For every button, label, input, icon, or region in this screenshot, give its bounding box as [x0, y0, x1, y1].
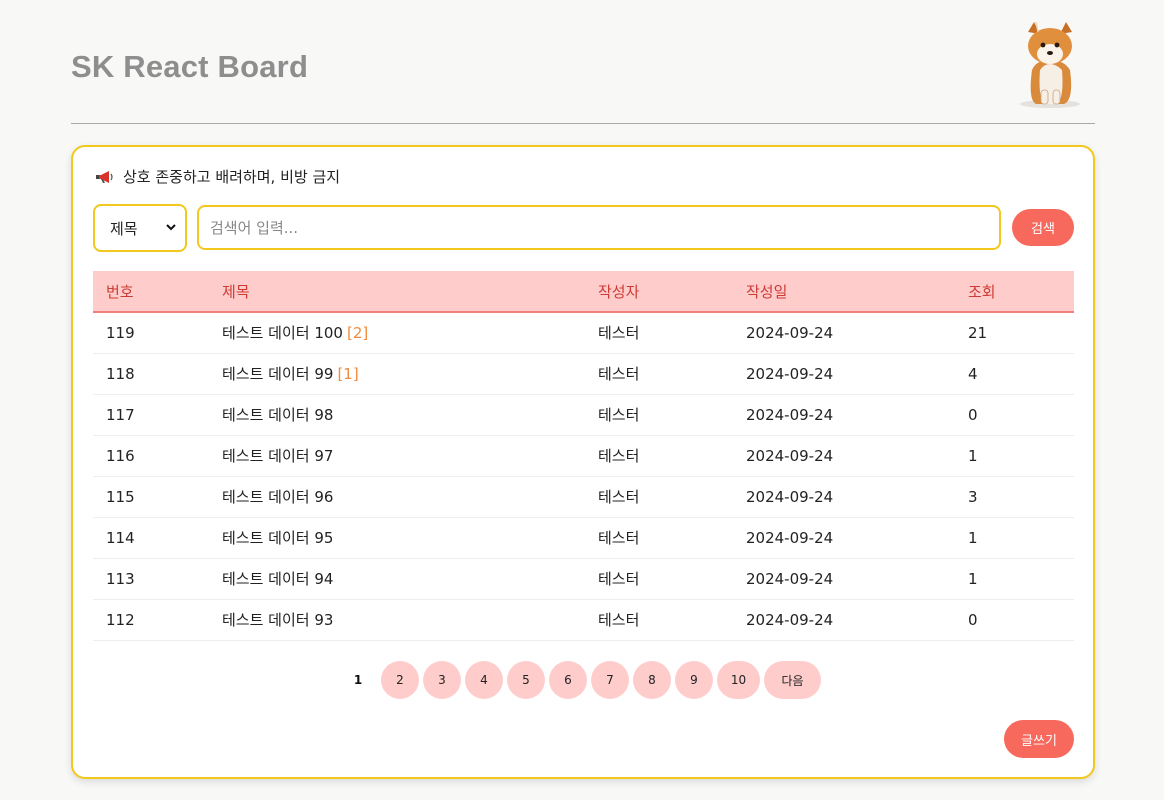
- megaphone-icon: [96, 170, 113, 183]
- post-title[interactable]: 테스트 데이터 97: [222, 447, 333, 465]
- post-date: 2024-09-24: [746, 487, 834, 506]
- post-views: 1: [968, 528, 978, 547]
- table-header-row: 번호 제목 작성자 작성일 조회: [93, 271, 1074, 312]
- post-number: 113: [106, 569, 135, 588]
- post-number: 118: [106, 364, 135, 383]
- post-number: 116: [106, 446, 135, 465]
- post-number: 119: [106, 323, 135, 342]
- post-date: 2024-09-24: [746, 610, 834, 629]
- header-title: 제목: [222, 282, 250, 301]
- post-author: 테스터: [598, 447, 640, 465]
- post-date: 2024-09-24: [746, 323, 834, 342]
- post-views: 4: [968, 364, 978, 383]
- board-card: 상호 존중하고 배려하며, 비방 금지 제목 검색 번호 제목 작성자 작성일 …: [71, 145, 1095, 779]
- post-date: 2024-09-24: [746, 446, 834, 465]
- search-button[interactable]: 검색: [1012, 209, 1074, 246]
- page-header: SK React Board: [71, 0, 1095, 124]
- header-date: 작성일: [746, 282, 788, 301]
- post-title[interactable]: 테스트 데이터 99: [222, 365, 333, 383]
- table-row[interactable]: 119 테스트 데이터 100 [2] 테스터 2024-09-24 21: [93, 312, 1074, 353]
- page-button[interactable]: 9: [675, 661, 713, 699]
- post-author: 테스터: [598, 570, 640, 588]
- post-author: 테스터: [598, 406, 640, 424]
- search-bar: 제목 검색: [93, 203, 1075, 252]
- post-date: 2024-09-24: [746, 569, 834, 588]
- post-title[interactable]: 테스트 데이터 95: [222, 529, 333, 547]
- post-views: 1: [968, 569, 978, 588]
- post-author: 테스터: [598, 488, 640, 506]
- page-button[interactable]: 10: [717, 661, 760, 699]
- search-type-value: 제목: [110, 219, 138, 238]
- post-author: 테스터: [598, 611, 640, 629]
- page-button[interactable]: 3: [423, 661, 461, 699]
- board-table: 번호 제목 작성자 작성일 조회 119 테스트 데이터 100 [2] 테스터 …: [93, 271, 1074, 641]
- comment-count: [2]: [346, 324, 369, 343]
- search-type-select[interactable]: 제목: [93, 204, 187, 252]
- post-title-cell[interactable]: 테스트 데이터 93: [209, 599, 585, 640]
- post-views: 21: [968, 323, 988, 342]
- site-title: SK React Board: [71, 49, 309, 84]
- table-row[interactable]: 116 테스트 데이터 97 테스터 2024-09-24 1: [93, 435, 1074, 476]
- post-title-cell[interactable]: 테스트 데이터 96: [209, 476, 585, 517]
- pagination: 1 2 3 4 5 6 7 8 9 10 다음: [343, 661, 825, 699]
- table-row[interactable]: 113 테스트 데이터 94 테스터 2024-09-24 1: [93, 558, 1074, 599]
- page-current: 1: [353, 673, 363, 687]
- post-title-cell[interactable]: 테스트 데이터 98: [209, 394, 585, 435]
- table-row[interactable]: 117 테스트 데이터 98 테스터 2024-09-24 0: [93, 394, 1074, 435]
- post-date: 2024-09-24: [746, 528, 834, 547]
- post-author: 테스터: [598, 529, 640, 547]
- post-date: 2024-09-24: [746, 364, 834, 383]
- notice-text: 상호 존중하고 배려하며, 비방 금지: [123, 168, 341, 186]
- header-number: 번호: [106, 282, 134, 301]
- post-number: 114: [106, 528, 135, 547]
- header-author: 작성자: [598, 282, 640, 301]
- post-views: 0: [968, 610, 978, 629]
- post-views: 0: [968, 405, 978, 424]
- post-author: 테스터: [598, 324, 640, 343]
- page-button[interactable]: 5: [507, 661, 545, 699]
- post-number: 115: [106, 487, 135, 506]
- post-number: 112: [106, 610, 135, 629]
- shiba-puppy-icon: [1020, 21, 1080, 108]
- table-row[interactable]: 115 테스트 데이터 96 테스터 2024-09-24 3: [93, 476, 1074, 517]
- next-page-button[interactable]: 다음: [764, 661, 821, 699]
- page-button[interactable]: 2: [381, 661, 419, 699]
- post-title-cell[interactable]: 테스트 데이터 95: [209, 517, 585, 558]
- post-title[interactable]: 테스트 데이터 96: [222, 488, 333, 506]
- table-row[interactable]: 112 테스트 데이터 93 테스터 2024-09-24 0: [93, 599, 1074, 640]
- post-views: 3: [968, 487, 978, 506]
- post-title[interactable]: 테스트 데이터 100: [222, 324, 343, 342]
- post-title[interactable]: 테스트 데이터 94: [222, 570, 333, 588]
- page-button[interactable]: 8: [633, 661, 671, 699]
- post-title-cell[interactable]: 테스트 데이터 100 [2]: [209, 312, 585, 353]
- comment-count: [1]: [337, 365, 359, 383]
- post-number: 117: [106, 405, 135, 424]
- page-button[interactable]: 4: [465, 661, 503, 699]
- post-views: 1: [968, 446, 978, 465]
- header-views: 조회: [968, 282, 996, 301]
- post-title[interactable]: 테스트 데이터 98: [222, 406, 333, 424]
- page-button[interactable]: 7: [591, 661, 629, 699]
- chevron-down-icon: [166, 224, 176, 231]
- table-row[interactable]: 114 테스트 데이터 95 테스터 2024-09-24 1: [93, 517, 1074, 558]
- post-date: 2024-09-24: [746, 405, 834, 424]
- post-title[interactable]: 테스트 데이터 93: [222, 611, 333, 629]
- post-title-cell[interactable]: 테스트 데이터 94: [209, 558, 585, 599]
- post-title-cell[interactable]: 테스트 데이터 97: [209, 435, 585, 476]
- table-row[interactable]: 118 테스트 데이터 99 [1] 테스터 2024-09-24 4: [93, 353, 1074, 394]
- post-author: 테스터: [598, 365, 640, 383]
- notice-banner: 상호 존중하고 배려하며, 비방 금지: [95, 166, 340, 187]
- write-post-button[interactable]: 글쓰기: [1004, 720, 1074, 758]
- search-input[interactable]: [197, 205, 1001, 250]
- page-button[interactable]: 6: [549, 661, 587, 699]
- post-title-cell[interactable]: 테스트 데이터 99 [1]: [209, 353, 585, 394]
